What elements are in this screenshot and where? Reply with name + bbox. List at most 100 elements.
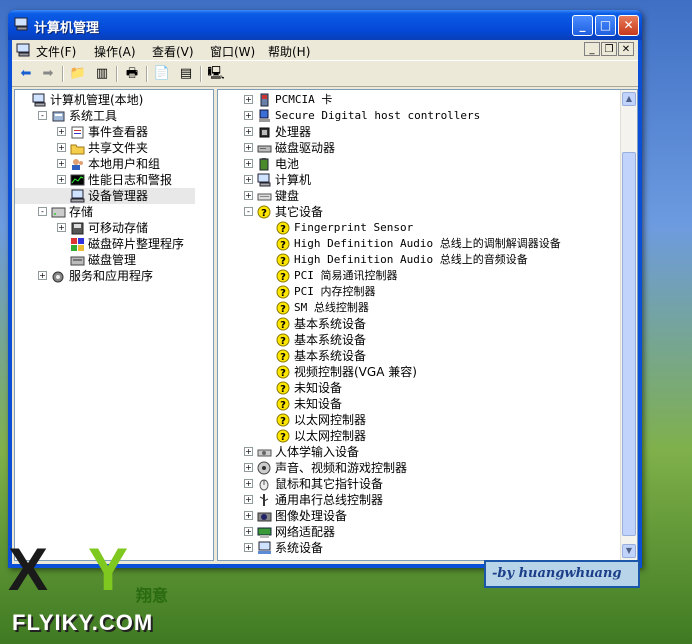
tree-item[interactable]: ? 基本系统设备	[218, 316, 619, 332]
expand-icon[interactable]: +	[57, 159, 66, 168]
svg-text:?: ?	[280, 416, 286, 427]
expand-icon[interactable]: +	[244, 143, 253, 152]
expand-icon[interactable]: +	[244, 111, 253, 120]
scroll-down-button[interactable]: ▼	[622, 544, 636, 558]
menu-window[interactable]: 窗口(W)	[210, 43, 255, 60]
tree-item[interactable]: + 服务和应用程序	[15, 268, 195, 284]
expand-icon[interactable]: +	[244, 447, 253, 456]
properties-icon[interactable]: 📄	[152, 65, 172, 83]
tree-item[interactable]: + 事件查看器	[15, 124, 195, 140]
tree-item[interactable]: + 电池	[218, 156, 619, 172]
menu-action[interactable]: 操作(A)	[94, 43, 136, 60]
tree-item[interactable]: ? Fingerprint Sensor	[218, 220, 619, 236]
collapse-icon[interactable]: -	[244, 207, 253, 216]
up-folder-icon[interactable]: 📁	[68, 65, 88, 83]
expand-icon[interactable]: +	[244, 159, 253, 168]
scan-hardware-icon[interactable]: 🖳	[206, 65, 226, 83]
tree-item[interactable]: + 键盘	[218, 188, 619, 204]
tree-item[interactable]: ? 基本系统设备	[218, 332, 619, 348]
collapse-icon[interactable]: -	[38, 111, 47, 120]
computer-icon	[32, 93, 46, 107]
minimize-button[interactable]: _	[572, 15, 593, 36]
forward-icon[interactable]: ➡	[38, 65, 58, 83]
expand-icon[interactable]: +	[244, 127, 253, 136]
collapse-icon[interactable]: -	[38, 207, 47, 216]
tree-item[interactable]: + 可移动存储	[15, 220, 195, 236]
expand-icon[interactable]: +	[57, 223, 66, 232]
expand-icon[interactable]: +	[38, 271, 47, 280]
expand-icon[interactable]: +	[244, 511, 253, 520]
expand-icon[interactable]: +	[244, 495, 253, 504]
tree-item[interactable]: 计算机管理(本地)	[15, 92, 195, 108]
expand-icon[interactable]: +	[57, 143, 66, 152]
device-tree-pane[interactable]: ▲ ▼ + PCMCIA 卡 + Secure Digital host contro…	[217, 89, 638, 561]
expand-icon[interactable]: +	[57, 175, 66, 184]
tree-item[interactable]: 磁盘管理	[15, 252, 195, 268]
tree-item[interactable]: ? 未知设备	[218, 396, 619, 412]
mdi-restore-button[interactable]: ❐	[601, 42, 617, 56]
tree-item[interactable]: - 存储	[15, 204, 195, 220]
expand-icon[interactable]: +	[244, 191, 253, 200]
show-hide-tree-icon[interactable]: ▥	[92, 65, 112, 83]
tree-item[interactable]: + 声音、视频和游戏控制器	[218, 460, 619, 476]
tree-item[interactable]: + 网络适配器	[218, 524, 619, 540]
tree-item[interactable]: 设备管理器	[15, 188, 195, 204]
tree-item[interactable]: ? High Definition Audio 总线上的音频设备	[218, 252, 619, 268]
maximize-button[interactable]: □	[595, 15, 616, 36]
tree-item[interactable]: + 本地用户和组	[15, 156, 195, 172]
expand-icon[interactable]: +	[57, 127, 66, 136]
tree-item[interactable]: -? 其它设备	[218, 204, 619, 220]
tree-item[interactable]: + 共享文件夹	[15, 140, 195, 156]
tree-item[interactable]: + 鼠标和其它指针设备	[218, 476, 619, 492]
tree-item[interactable]: ? 以太网控制器	[218, 428, 619, 444]
tree-item[interactable]: + 系统设备	[218, 540, 619, 556]
device-manager-icon	[70, 189, 85, 203]
logo-letter-y: Y	[88, 536, 129, 603]
tree-item[interactable]: ? 基本系统设备	[218, 348, 619, 364]
expand-icon[interactable]: +	[244, 463, 253, 472]
logo-letter-x: X	[8, 536, 49, 603]
tree-item[interactable]: ? SM 总线控制器	[218, 300, 619, 316]
expand-icon[interactable]: +	[244, 479, 253, 488]
tree-item[interactable]: - 系统工具	[15, 108, 195, 124]
shared-folder-icon	[70, 144, 85, 155]
unknown-device-icon: ?	[276, 301, 290, 315]
menu-help[interactable]: 帮助(H)	[268, 43, 310, 60]
menu-file[interactable]: 文件(F)	[36, 43, 76, 60]
tree-item[interactable]: + 计算机	[218, 172, 619, 188]
expand-icon[interactable]: +	[244, 543, 253, 552]
expand-icon[interactable]: +	[244, 527, 253, 536]
tree-item[interactable]: + 性能日志和警报	[15, 172, 195, 188]
mdi-close-button[interactable]: ✕	[618, 42, 634, 56]
print-icon[interactable]: 🖶	[122, 65, 142, 83]
back-icon[interactable]: ⬅	[16, 65, 36, 83]
tree-item[interactable]: ? 以太网控制器	[218, 412, 619, 428]
tree-item[interactable]: + 磁盘驱动器	[218, 140, 619, 156]
expand-icon[interactable]: +	[244, 175, 253, 184]
tree-item[interactable]: ? PCI 简易通讯控制器	[218, 268, 619, 284]
tree-item[interactable]: + PCMCIA 卡	[218, 92, 619, 108]
title-bar[interactable]: 计算机管理 _ □ ✕	[8, 10, 642, 40]
console-tree-pane[interactable]: 计算机管理(本地) - 系统工具 + 事件查看器 + 共享文件夹 + 本地用户和组 + 性能日志和警…	[14, 89, 214, 561]
tree-item[interactable]: + 人体学输入设备	[218, 444, 619, 460]
tree-item[interactable]: ? PCI 内存控制器	[218, 284, 619, 300]
scroll-up-button[interactable]: ▲	[622, 92, 636, 106]
vertical-scrollbar[interactable]: ▲ ▼	[620, 90, 637, 560]
tree-item[interactable]: + 图像处理设备	[218, 508, 619, 524]
menu-view[interactable]: 查看(V)	[152, 43, 194, 60]
mdi-minimize-button[interactable]: _	[584, 42, 600, 56]
tree-item-label: 计算机	[275, 173, 312, 187]
tree-item[interactable]: ? 视频控制器(VGA 兼容)	[218, 364, 619, 380]
tree-item[interactable]: + Secure Digital host controllers	[218, 108, 619, 124]
scroll-thumb[interactable]	[622, 152, 636, 536]
tree-item[interactable]: ? 未知设备	[218, 380, 619, 396]
tree-item[interactable]: + 通用串行总线控制器	[218, 492, 619, 508]
tree-item[interactable]: 磁盘碎片整理程序	[15, 236, 195, 252]
close-button[interactable]: ✕	[618, 15, 639, 36]
expand-icon[interactable]: +	[244, 95, 253, 104]
help-icon[interactable]: ▤	[176, 65, 196, 83]
mouse-icon	[259, 479, 269, 491]
unknown-device-icon: ?	[276, 317, 290, 331]
tree-item[interactable]: ? High Definition Audio 总线上的调制解调器设备	[218, 236, 619, 252]
tree-item[interactable]: + 处理器	[218, 124, 619, 140]
